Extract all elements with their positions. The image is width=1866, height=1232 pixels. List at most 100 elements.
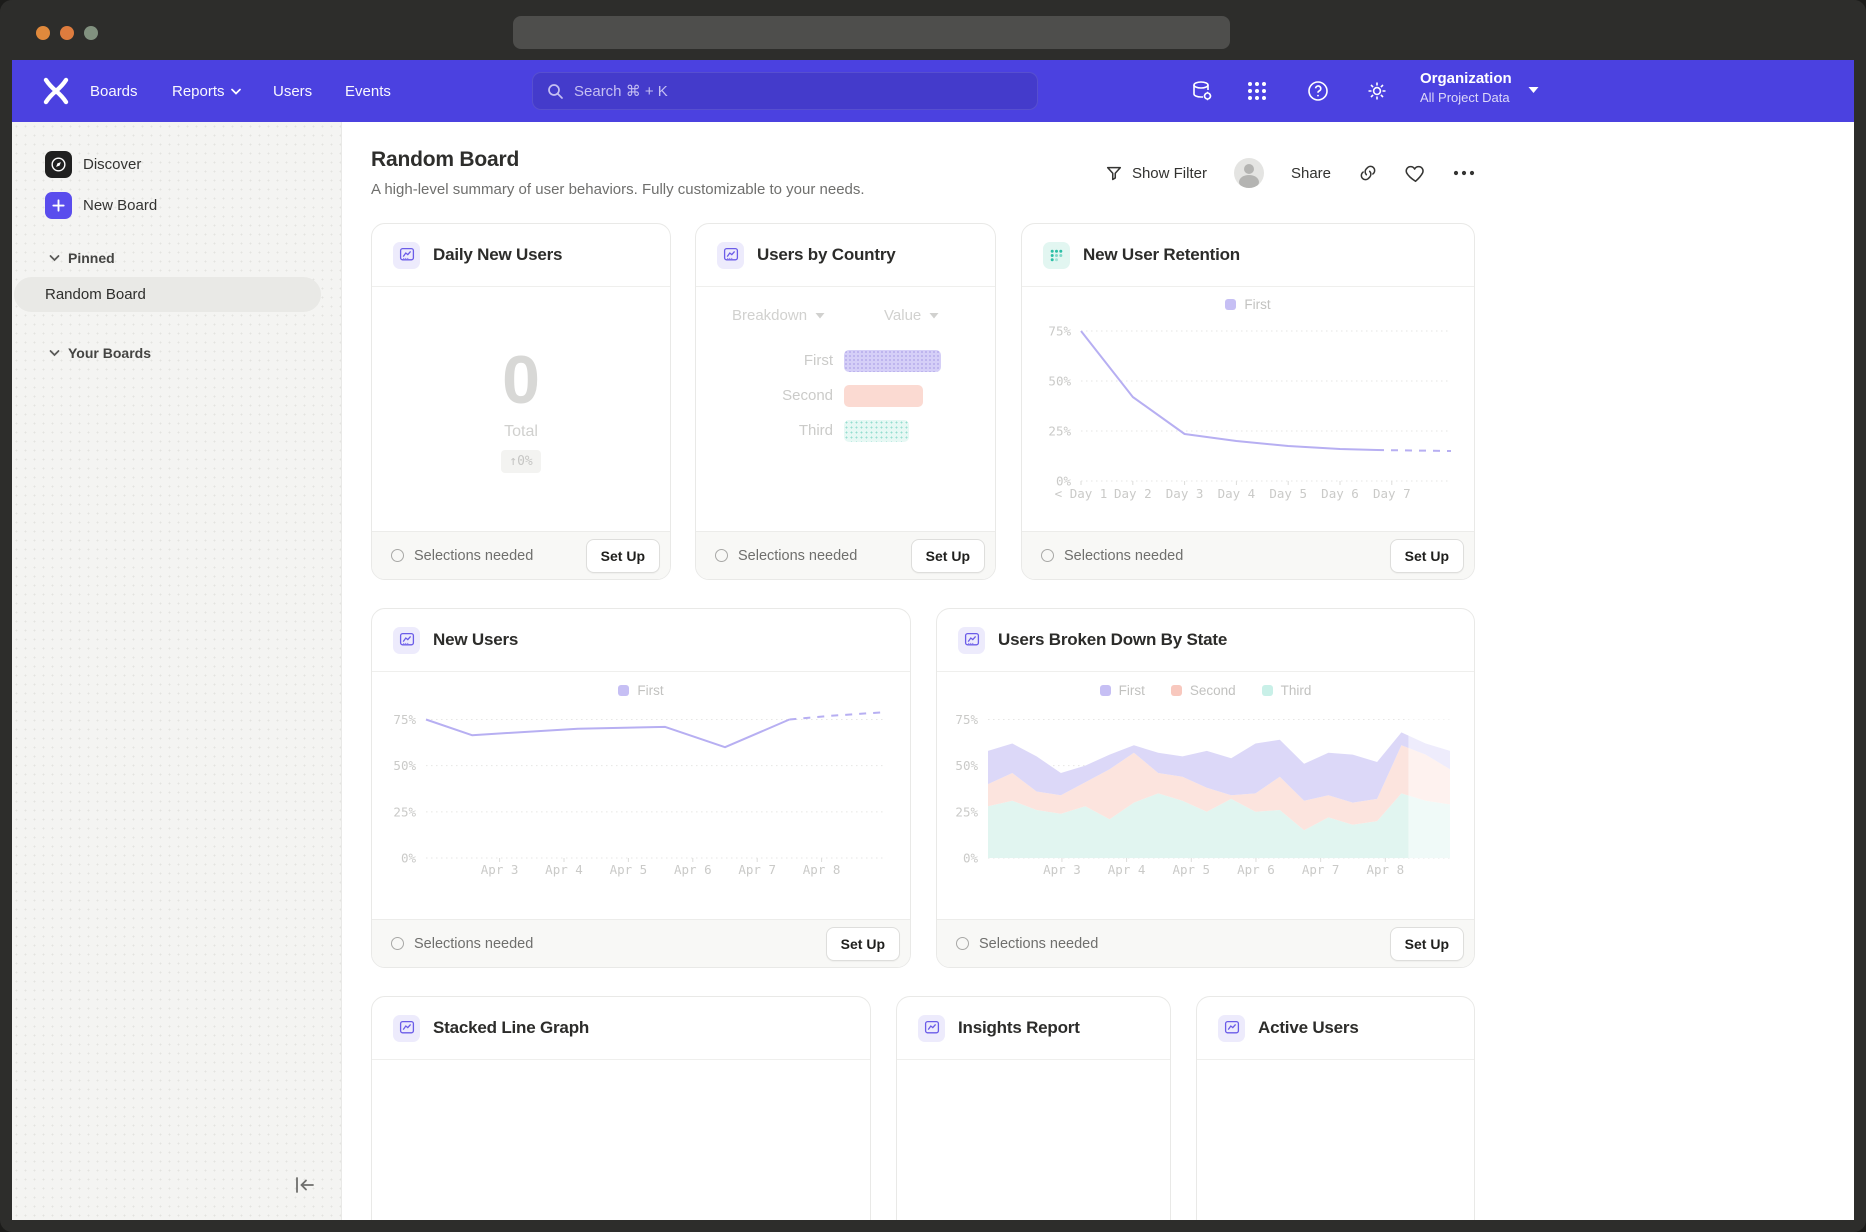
chevron-down-icon [815, 312, 825, 319]
card-new-users: New Users First 75%50%25%0%Apr 3Apr 4Apr… [371, 608, 911, 968]
nav-item-boards[interactable]: Boards [90, 60, 138, 122]
favorite-heart-icon[interactable] [1405, 164, 1426, 183]
apps-grid-icon[interactable] [1245, 79, 1269, 103]
help-icon[interactable] [1306, 79, 1330, 103]
discover-compass-icon [45, 151, 72, 178]
setup-button[interactable]: Set Up [826, 927, 900, 961]
card-footer: Selections needed Set Up [696, 531, 995, 579]
avatar[interactable] [1234, 158, 1264, 188]
share-button[interactable]: Share [1291, 165, 1331, 182]
app-window: Boards Reports Users Events Search ⌘ + K [12, 60, 1854, 1220]
state-chart: 75%50%25%0%Apr 3Apr 4Apr 5Apr 6Apr 7Apr … [937, 672, 1474, 921]
card-title: Users Broken Down By State [998, 630, 1227, 650]
line-chart-icon [393, 627, 420, 654]
line-chart-icon [1218, 1015, 1245, 1042]
svg-text:Apr 8: Apr 8 [803, 862, 841, 877]
nav-item-events[interactable]: Events [345, 60, 391, 122]
sidebar-section-your-boards[interactable]: Your Boards [12, 345, 151, 361]
more-options-icon[interactable] [1453, 170, 1475, 176]
metric-delta-badge: ↑0% [501, 450, 540, 473]
svg-text:Day 3: Day 3 [1166, 486, 1204, 501]
card-users-by-state: Users Broken Down By State FirstSecondTh… [936, 608, 1475, 968]
retention-chart: 75%50%25%0%< Day 1Day 2Day 3Day 4Day 5Da… [1022, 287, 1474, 533]
search-input[interactable]: Search ⌘ + K [532, 72, 1038, 110]
card-title: Active Users [1258, 1018, 1359, 1038]
data-management-icon[interactable] [1190, 79, 1214, 103]
new-users-chart: 75%50%25%0%Apr 3Apr 4Apr 5Apr 6Apr 7Apr … [372, 672, 910, 921]
chevron-down-icon [231, 88, 241, 95]
svg-text:Apr 3: Apr 3 [481, 862, 519, 877]
line-chart-icon [717, 242, 744, 269]
bar-first [844, 350, 941, 372]
svg-text:25%: 25% [1048, 424, 1071, 439]
chevron-down-icon [929, 312, 939, 319]
org-project: All Project Data [1420, 90, 1512, 105]
svg-text:0%: 0% [401, 851, 417, 866]
bar-row: First [696, 343, 995, 378]
svg-text:Apr 4: Apr 4 [545, 862, 583, 877]
setup-button[interactable]: Set Up [911, 539, 985, 573]
filter-funnel-icon [1105, 164, 1123, 182]
setup-button[interactable]: Set Up [586, 539, 660, 573]
show-filter-button[interactable]: Show Filter [1105, 164, 1207, 182]
empty-circle-icon [1041, 549, 1054, 562]
status-selections-needed: Selections needed [715, 548, 857, 564]
value-dropdown[interactable]: Value [884, 307, 939, 324]
card-title: Users by Country [757, 245, 896, 265]
card-new-user-retention: New User Retention First 75%50%25%0%< Da… [1021, 223, 1475, 580]
breakdown-dropdown[interactable]: Breakdown [732, 307, 825, 324]
metric-value: 0 [502, 346, 540, 414]
settings-gear-icon[interactable] [1365, 79, 1389, 103]
line-chart-icon [958, 627, 985, 654]
mixpanel-logo-icon[interactable] [42, 77, 70, 105]
svg-text:Day 7: Day 7 [1373, 486, 1411, 501]
setup-button[interactable]: Set Up [1390, 539, 1464, 573]
line-chart-icon [918, 1015, 945, 1042]
svg-text:Apr 6: Apr 6 [1237, 862, 1275, 877]
window-titlebar [0, 0, 1866, 60]
card-title: Insights Report [958, 1018, 1080, 1038]
svg-text:Apr 3: Apr 3 [1043, 862, 1081, 877]
sidebar-item-discover[interactable]: Discover [12, 151, 341, 178]
org-switcher[interactable]: Organization All Project Data [1420, 70, 1512, 105]
nav-item-users[interactable]: Users [273, 60, 312, 122]
nav-item-reports[interactable]: Reports [172, 60, 241, 122]
card-footer: Selections needed Set Up [372, 919, 910, 967]
card-active-users: Active Users [1196, 996, 1475, 1220]
country-bar-list: First Second Third [696, 343, 995, 448]
bar-row: Second [696, 378, 995, 413]
svg-text:75%: 75% [393, 712, 416, 727]
card-title: New User Retention [1083, 245, 1240, 265]
sidebar-collapse-icon[interactable] [294, 1176, 316, 1194]
traffic-light-zoom[interactable] [84, 26, 98, 40]
browser-address-bar[interactable] [513, 16, 1230, 49]
card-footer: Selections needed Set Up [372, 531, 670, 579]
copy-link-icon[interactable] [1358, 163, 1378, 183]
svg-text:Apr 4: Apr 4 [1108, 862, 1146, 877]
bar-third [844, 420, 909, 442]
board-header: Random Board A high-level summary of use… [371, 122, 1475, 223]
setup-button[interactable]: Set Up [1390, 927, 1464, 961]
svg-text:Apr 6: Apr 6 [674, 862, 712, 877]
traffic-light-close[interactable] [36, 26, 50, 40]
org-name: Organization [1420, 70, 1512, 87]
card-footer: Selections needed Set Up [1022, 531, 1474, 579]
status-selections-needed: Selections needed [1041, 548, 1183, 564]
status-selections-needed: Selections needed [391, 548, 533, 564]
sidebar-item-new-board[interactable]: New Board [12, 192, 341, 219]
sidebar-item-random-board[interactable]: Random Board [14, 277, 321, 312]
svg-text:< Day 1: < Day 1 [1055, 486, 1108, 501]
svg-text:75%: 75% [955, 712, 978, 727]
status-selections-needed: Selections needed [391, 936, 533, 952]
retention-grid-icon [1043, 242, 1070, 269]
svg-text:Apr 5: Apr 5 [1172, 862, 1210, 877]
sidebar-section-pinned[interactable]: Pinned [12, 250, 115, 266]
svg-text:Apr 7: Apr 7 [1302, 862, 1340, 877]
empty-circle-icon [391, 937, 404, 950]
svg-text:Apr 7: Apr 7 [738, 862, 776, 877]
empty-circle-icon [956, 937, 969, 950]
traffic-light-minimize[interactable] [60, 26, 74, 40]
top-navbar: Boards Reports Users Events Search ⌘ + K [12, 60, 1854, 122]
svg-text:25%: 25% [393, 804, 416, 819]
empty-circle-icon [715, 549, 728, 562]
